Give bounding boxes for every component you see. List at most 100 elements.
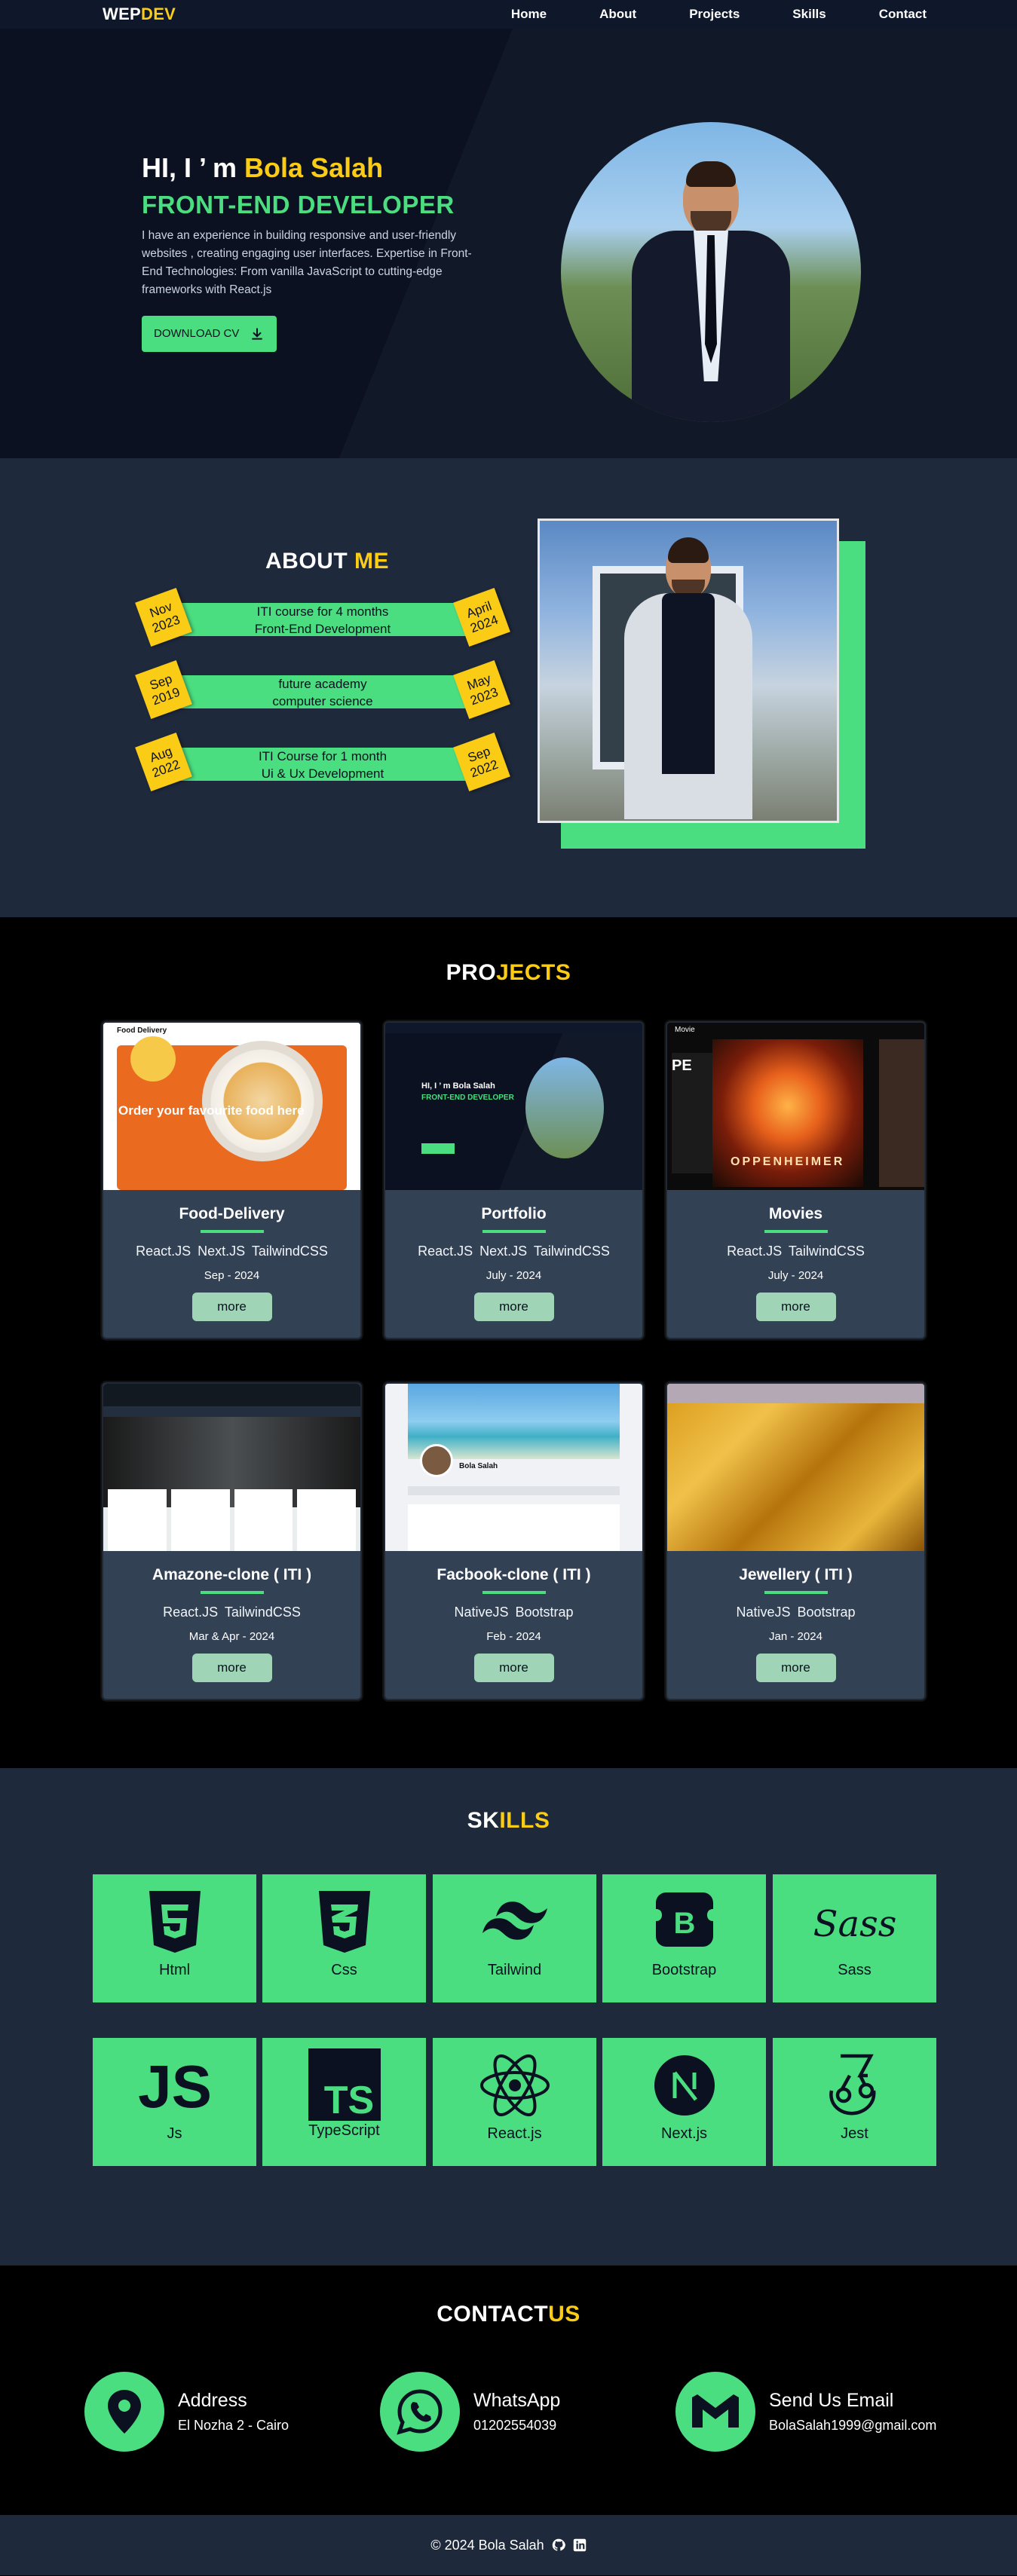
footer: © 2024 Bola Salah [0, 2515, 1017, 2575]
contact-item-whatsapp[interactable]: WhatsApp 01202554039 [380, 2372, 560, 2452]
timeline-line2: computer science [272, 693, 373, 708]
contact-label: WhatsApp [473, 2390, 561, 2411]
project-date: Mar & Apr - 2024 [188, 1630, 275, 1643]
javascript-icon: JS [139, 2053, 211, 2118]
skill-card-css: Css [262, 1874, 426, 2002]
timeline-line1: ITI Course for 1 month [258, 749, 388, 763]
project-date: Jan - 2024 [769, 1630, 822, 1643]
project-more-button[interactable]: more [755, 1293, 836, 1321]
skills-title-part1: SK [467, 1808, 500, 1833]
timeline-item: ITI Course for 1 month Ui & Ux Developmen… [135, 732, 510, 792]
thumb-photo [525, 1057, 604, 1158]
project-thumbnail: Bola Salah [385, 1384, 642, 1551]
project-more-button[interactable]: more [473, 1654, 554, 1682]
skill-card-tailwind: Tailwind [433, 1874, 596, 2002]
project-thumbnail: Food Delivery Order your favourite food … [103, 1023, 360, 1190]
thumb-movie-title: OPPENHEIMER [731, 1155, 845, 1168]
github-icon[interactable] [552, 2538, 565, 2552]
skill-label: Tailwind [487, 1962, 542, 1978]
project-title: Movies [768, 1205, 823, 1222]
title-underline [764, 1591, 828, 1594]
thumb-content [408, 1504, 620, 1551]
contact-icon-circle [675, 2372, 755, 2452]
nav-link-home[interactable]: Home [511, 7, 547, 22]
contact-title-part2: US [548, 2302, 580, 2327]
thumb-button [421, 1143, 455, 1154]
about-title: ABOUT ME [265, 549, 389, 574]
project-tech: React.JS Next.JS TailwindCSS [136, 1244, 328, 1259]
timeline-bar: future academy computer science [157, 675, 489, 708]
whatsapp-icon [397, 2389, 443, 2435]
tailwind-icon [482, 1901, 547, 1940]
download-icon [252, 328, 263, 340]
project-tech: NativeJS Bootstrap [454, 1605, 574, 1620]
skills-section: SKILLS Html Css Tailwind B Bootstrap Sas… [0, 1768, 1017, 2265]
react-icon [479, 2054, 550, 2117]
typescript-icon: TS [308, 2048, 381, 2121]
thumb-avatar [420, 1444, 453, 1477]
skill-label: Js [167, 2125, 182, 2142]
contact-text: WhatsApp 01202554039 [473, 2390, 560, 2434]
timeline-line1: future academy [278, 677, 367, 691]
contact-label: Send Us Email [769, 2390, 894, 2411]
thumb-tabs [408, 1486, 620, 1495]
hero-description: I have an experience in building respons… [142, 228, 472, 296]
timeline-bar: ITI course for 4 months Front-End Develop… [157, 603, 489, 636]
nav-link-skills[interactable]: Skills [792, 7, 826, 22]
timeline-bar: ITI Course for 1 month Ui & Ux Developmen… [157, 748, 489, 781]
html5-icon [149, 1891, 201, 1953]
project-more-button[interactable]: more [191, 1293, 272, 1321]
project-thumbnail [103, 1384, 360, 1551]
thumb-subnav [103, 1406, 360, 1417]
thumb-header [667, 1384, 924, 1403]
thumb-product-cards [108, 1489, 356, 1551]
skill-label: Css [331, 1962, 357, 1978]
footer-copyright: © 2024 Bola Salah [430, 2537, 544, 2553]
project-tech: React.JS TailwindCSS [163, 1605, 301, 1620]
contact-item-email[interactable]: Send Us Email BolaSalah1999@gmail.com [675, 2372, 936, 2452]
person-head [666, 537, 711, 599]
project-tech: NativeJS Bootstrap [736, 1605, 856, 1620]
contact-value: El Nozha 2 - Cairo [178, 2418, 289, 2433]
contact-label: Address [178, 2390, 247, 2411]
nav-links: Home About Projects Skills Contact [458, 7, 927, 22]
project-more-button[interactable]: more [191, 1654, 272, 1682]
greeting-text: HI, I ’ m [142, 152, 245, 183]
hero-profile-photo [561, 122, 861, 422]
hero-text-block: HI, I ’ m Bola Salah FRONT-END DEVELOPER… [142, 151, 473, 352]
project-date: July - 2024 [767, 1269, 824, 1282]
project-title: Food-Delivery [179, 1205, 285, 1222]
thumb-brand: Food Delivery [117, 1026, 167, 1035]
project-tech: React.JS Next.JS TailwindCSS [418, 1244, 610, 1259]
project-more-button[interactable]: more [473, 1293, 554, 1321]
nav-link-about[interactable]: About [599, 7, 636, 22]
title-underline [482, 1591, 546, 1594]
project-date: Sep - 2024 [204, 1269, 260, 1282]
skill-card-html: Html [93, 1874, 256, 2002]
linkedin-icon[interactable] [573, 2538, 587, 2552]
nav-link-contact[interactable]: Contact [879, 7, 927, 22]
projects-title-part1: PRO [446, 960, 497, 985]
person-hair [686, 161, 736, 187]
project-more-button[interactable]: more [755, 1654, 836, 1682]
thumb-header [103, 1384, 360, 1406]
project-tech: React.JS TailwindCSS [727, 1244, 865, 1259]
contact-icon-circle [380, 2372, 460, 2452]
about-person [624, 537, 752, 819]
nav-link-projects[interactable]: Projects [689, 7, 740, 22]
skill-card-react: React.js [433, 2038, 596, 2166]
person-suit [632, 231, 790, 422]
site-logo[interactable]: WEPDEV [103, 5, 176, 24]
about-title-part2: ME [354, 549, 389, 574]
skills-title-part2: ILLS [499, 1808, 550, 1833]
nextjs-icon [654, 2055, 715, 2116]
download-cv-button[interactable]: DOWNLOAD CV [142, 315, 277, 352]
skill-card-jest: Jest [773, 2038, 936, 2166]
project-card-amazon-clone: Amazone-clone ( ITI ) React.JS TailwindC… [102, 1382, 362, 1700]
project-thumbnail: HI, I ’ m Bola Salah FRONT-END DEVELOPER [385, 1023, 642, 1190]
timeline-line2: Front-End Development [254, 621, 391, 636]
project-card-movies: Movie PE OPPENHEIMER Movies React.JS Tai… [666, 1021, 926, 1339]
svg-text:B: B [673, 1907, 695, 1940]
project-date: Feb - 2024 [486, 1630, 541, 1643]
project-card-food-delivery: Food Delivery Order your favourite food … [102, 1021, 362, 1339]
